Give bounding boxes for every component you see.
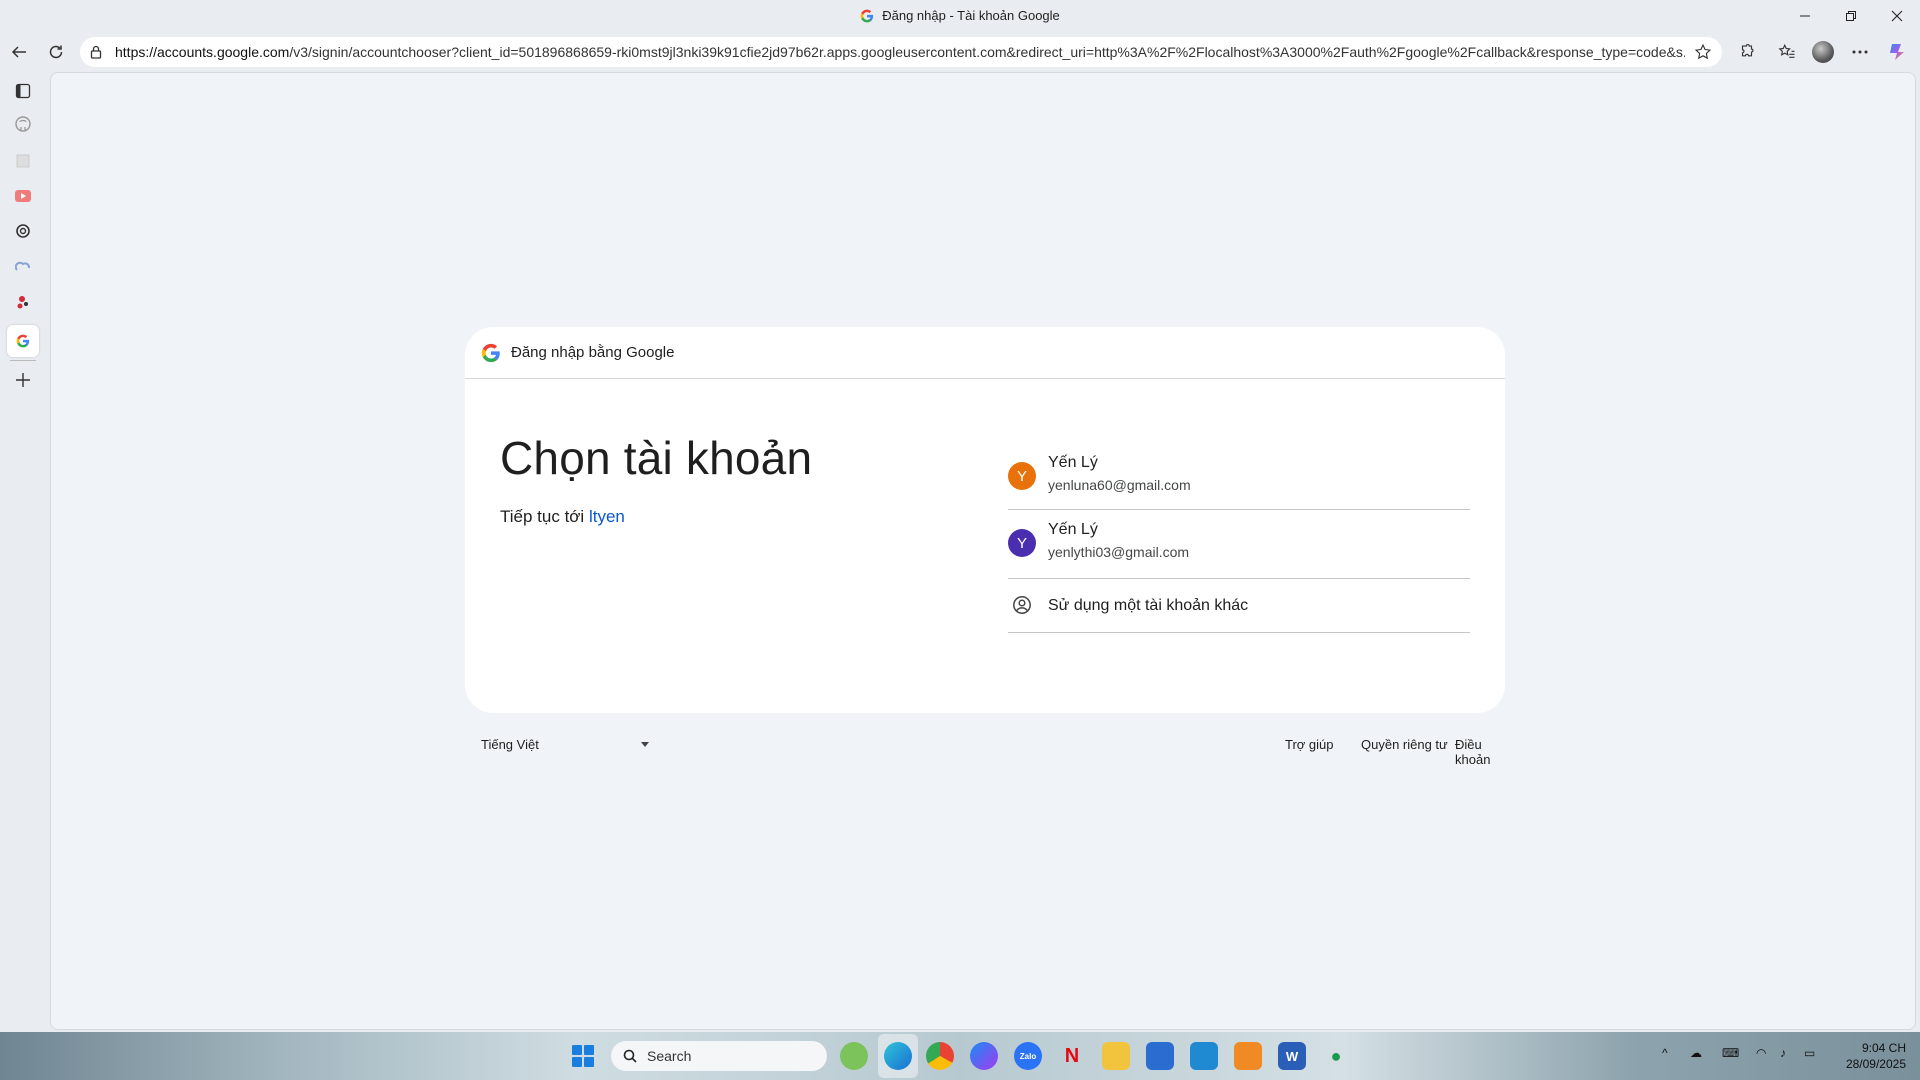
chatgpt-icon[interactable] — [11, 219, 35, 243]
window-title: Đăng nhập - Tài khoản Google — [882, 8, 1060, 23]
restore-icon — [1846, 11, 1856, 21]
account-email: yenlythi03@gmail.com — [1048, 544, 1190, 560]
taskbar-search[interactable]: Search — [611, 1041, 827, 1071]
tray-overflow-chevron-icon[interactable]: ^ — [1662, 1046, 1668, 1060]
site-info-icon[interactable] — [89, 44, 105, 60]
taskbar-clock[interactable]: 9:04 CH 28/09/2025 — [1832, 1040, 1906, 1072]
orange-app-icon[interactable] — [1234, 1042, 1262, 1070]
page-footer: Tiếng Việt Trợ giúp Quyền riêng tư Điều … — [465, 729, 1505, 767]
volume-icon[interactable]: ♪ — [1780, 1046, 1786, 1060]
puzzle-icon — [1741, 44, 1754, 57]
privacy-link[interactable]: Quyền riêng tư — [1361, 737, 1448, 752]
github-icon[interactable] — [11, 112, 35, 136]
close-window-button[interactable] — [1874, 0, 1920, 32]
netflix-icon[interactable]: N — [1058, 1042, 1086, 1070]
account-list: Y Yến Lý yenluna60@gmail.com Y Yến Lý ye… — [1008, 443, 1470, 633]
app-name-link[interactable]: ltyen — [589, 507, 625, 526]
restore-button[interactable] — [1828, 0, 1874, 32]
account-circle-icon — [1013, 596, 1031, 614]
back-arrow-icon — [11, 46, 26, 58]
clock-time: 9:04 CH — [1861, 1041, 1906, 1055]
copilot-icon — [1890, 44, 1904, 60]
google-logo-icon — [481, 343, 500, 362]
reload-button[interactable] — [41, 37, 71, 67]
card-header-title: Đăng nhập bằng Google — [511, 344, 675, 361]
mongodb-icon[interactable]: ● — [1322, 1042, 1350, 1070]
more-menu-button[interactable] — [1845, 37, 1875, 67]
battery-icon[interactable]: ▭ — [1804, 1046, 1815, 1060]
language-value: Tiếng Việt — [481, 737, 539, 752]
account-name: Yến Lý — [1048, 454, 1098, 471]
dropdown-caret-icon — [641, 742, 649, 747]
reload-icon — [49, 45, 63, 59]
continue-to-text: Tiếp tục tới ltyen — [500, 507, 812, 527]
start-button[interactable] — [572, 1045, 594, 1067]
search-placeholder: Search — [647, 1048, 692, 1064]
favorites-list-icon — [1778, 43, 1795, 58]
card-header: Đăng nhập bằng Google — [465, 327, 1505, 379]
green-app-icon[interactable] — [840, 1042, 868, 1070]
youtube-icon[interactable] — [11, 184, 35, 208]
page-content: Đăng nhập bằng Google Chọn tài khoản Tiế… — [50, 72, 1916, 1030]
sidebar-divider — [10, 360, 36, 361]
browser-sidebar — [0, 70, 46, 1032]
clock-date: 28/09/2025 — [1845, 1057, 1906, 1071]
minimize-icon — [1800, 15, 1810, 17]
cloud-app-icon[interactable] — [11, 254, 35, 278]
zalo-icon[interactable]: Zalo — [1014, 1042, 1042, 1070]
vscode-icon[interactable] — [1190, 1042, 1218, 1070]
account-name: Yến Lý — [1048, 521, 1098, 538]
profile-button[interactable] — [1808, 37, 1838, 67]
avatar: Y — [1008, 529, 1036, 557]
account-item-yenluna60[interactable]: Y Yến Lý yenluna60@gmail.com — [1008, 443, 1470, 510]
help-link[interactable]: Trợ giúp — [1285, 737, 1334, 752]
back-button[interactable] — [4, 37, 34, 67]
chrome-icon[interactable] — [926, 1042, 954, 1070]
edge-icon[interactable] — [884, 1042, 912, 1070]
terms-link[interactable]: Điều khoản — [1455, 737, 1505, 767]
use-another-account-label: Sử dụng một tài khoản khác — [1048, 597, 1249, 614]
word-icon[interactable]: W — [1278, 1042, 1306, 1070]
wifi-icon[interactable]: ◠ — [1756, 1046, 1766, 1060]
onedrive-icon[interactable]: ☁ — [1690, 1046, 1702, 1060]
red-app-icon[interactable] — [11, 290, 35, 314]
extensions-button[interactable] — [1732, 37, 1762, 67]
keyboard-icon[interactable]: ⌨ — [1722, 1046, 1739, 1060]
blank-page-icon[interactable] — [11, 149, 35, 173]
url-text[interactable]: https://accounts.google.com/v3/signin/ac… — [115, 44, 1685, 60]
minimize-button[interactable] — [1782, 0, 1828, 32]
close-icon — [1891, 10, 1903, 22]
window-title-wrap: Đăng nhập - Tài khoản Google — [0, 8, 1920, 23]
messenger-icon[interactable] — [970, 1042, 998, 1070]
language-select[interactable]: Tiếng Việt — [481, 737, 651, 752]
card-intro: Chọn tài khoản Tiếp tục tới ltyen — [500, 431, 812, 527]
taskbar: Search Zalo N W ● ^ ☁ ⌨ ◠ ♪ ▭ 9:04 CH 28… — [0, 1032, 1920, 1080]
favorite-star-icon[interactable] — [1694, 43, 1712, 66]
account-email: yenluna60@gmail.com — [1048, 477, 1191, 493]
windows-logo-icon — [572, 1045, 582, 1055]
address-bar[interactable]: https://accounts.google.com/v3/signin/ac… — [80, 37, 1722, 67]
browser-toolbar: https://accounts.google.com/v3/signin/ac… — [0, 34, 1920, 70]
search-icon — [623, 1049, 637, 1063]
more-dots-icon — [1852, 50, 1868, 54]
profile-avatar — [1812, 41, 1834, 63]
notepad-icon[interactable] — [1146, 1042, 1174, 1070]
account-item-yenlythi03[interactable]: Y Yến Lý yenlythi03@gmail.com — [1008, 510, 1470, 579]
url-host: https://accounts.google.com — [115, 44, 290, 60]
title-bar: Đăng nhập - Tài khoản Google — [0, 0, 1920, 34]
google-tab-icon[interactable] — [11, 329, 35, 353]
use-another-account-button[interactable]: Sử dụng một tài khoản khác — [1008, 579, 1470, 633]
file-explorer-icon[interactable] — [1102, 1042, 1130, 1070]
favorites-button[interactable] — [1772, 37, 1802, 67]
google-g-icon — [860, 9, 874, 22]
copilot-button[interactable] — [1883, 37, 1913, 67]
url-path: /v3/signin/accountchooser?client_id=5018… — [289, 44, 1685, 60]
continue-prefix: Tiếp tục tới — [500, 507, 585, 526]
page-title: Chọn tài khoản — [500, 432, 813, 484]
tab-actions-icon[interactable] — [11, 79, 35, 103]
avatar: Y — [1008, 462, 1036, 490]
account-chooser-card: Đăng nhập bằng Google Chọn tài khoản Tiế… — [465, 327, 1505, 713]
new-tab-plus-icon[interactable] — [11, 368, 35, 392]
